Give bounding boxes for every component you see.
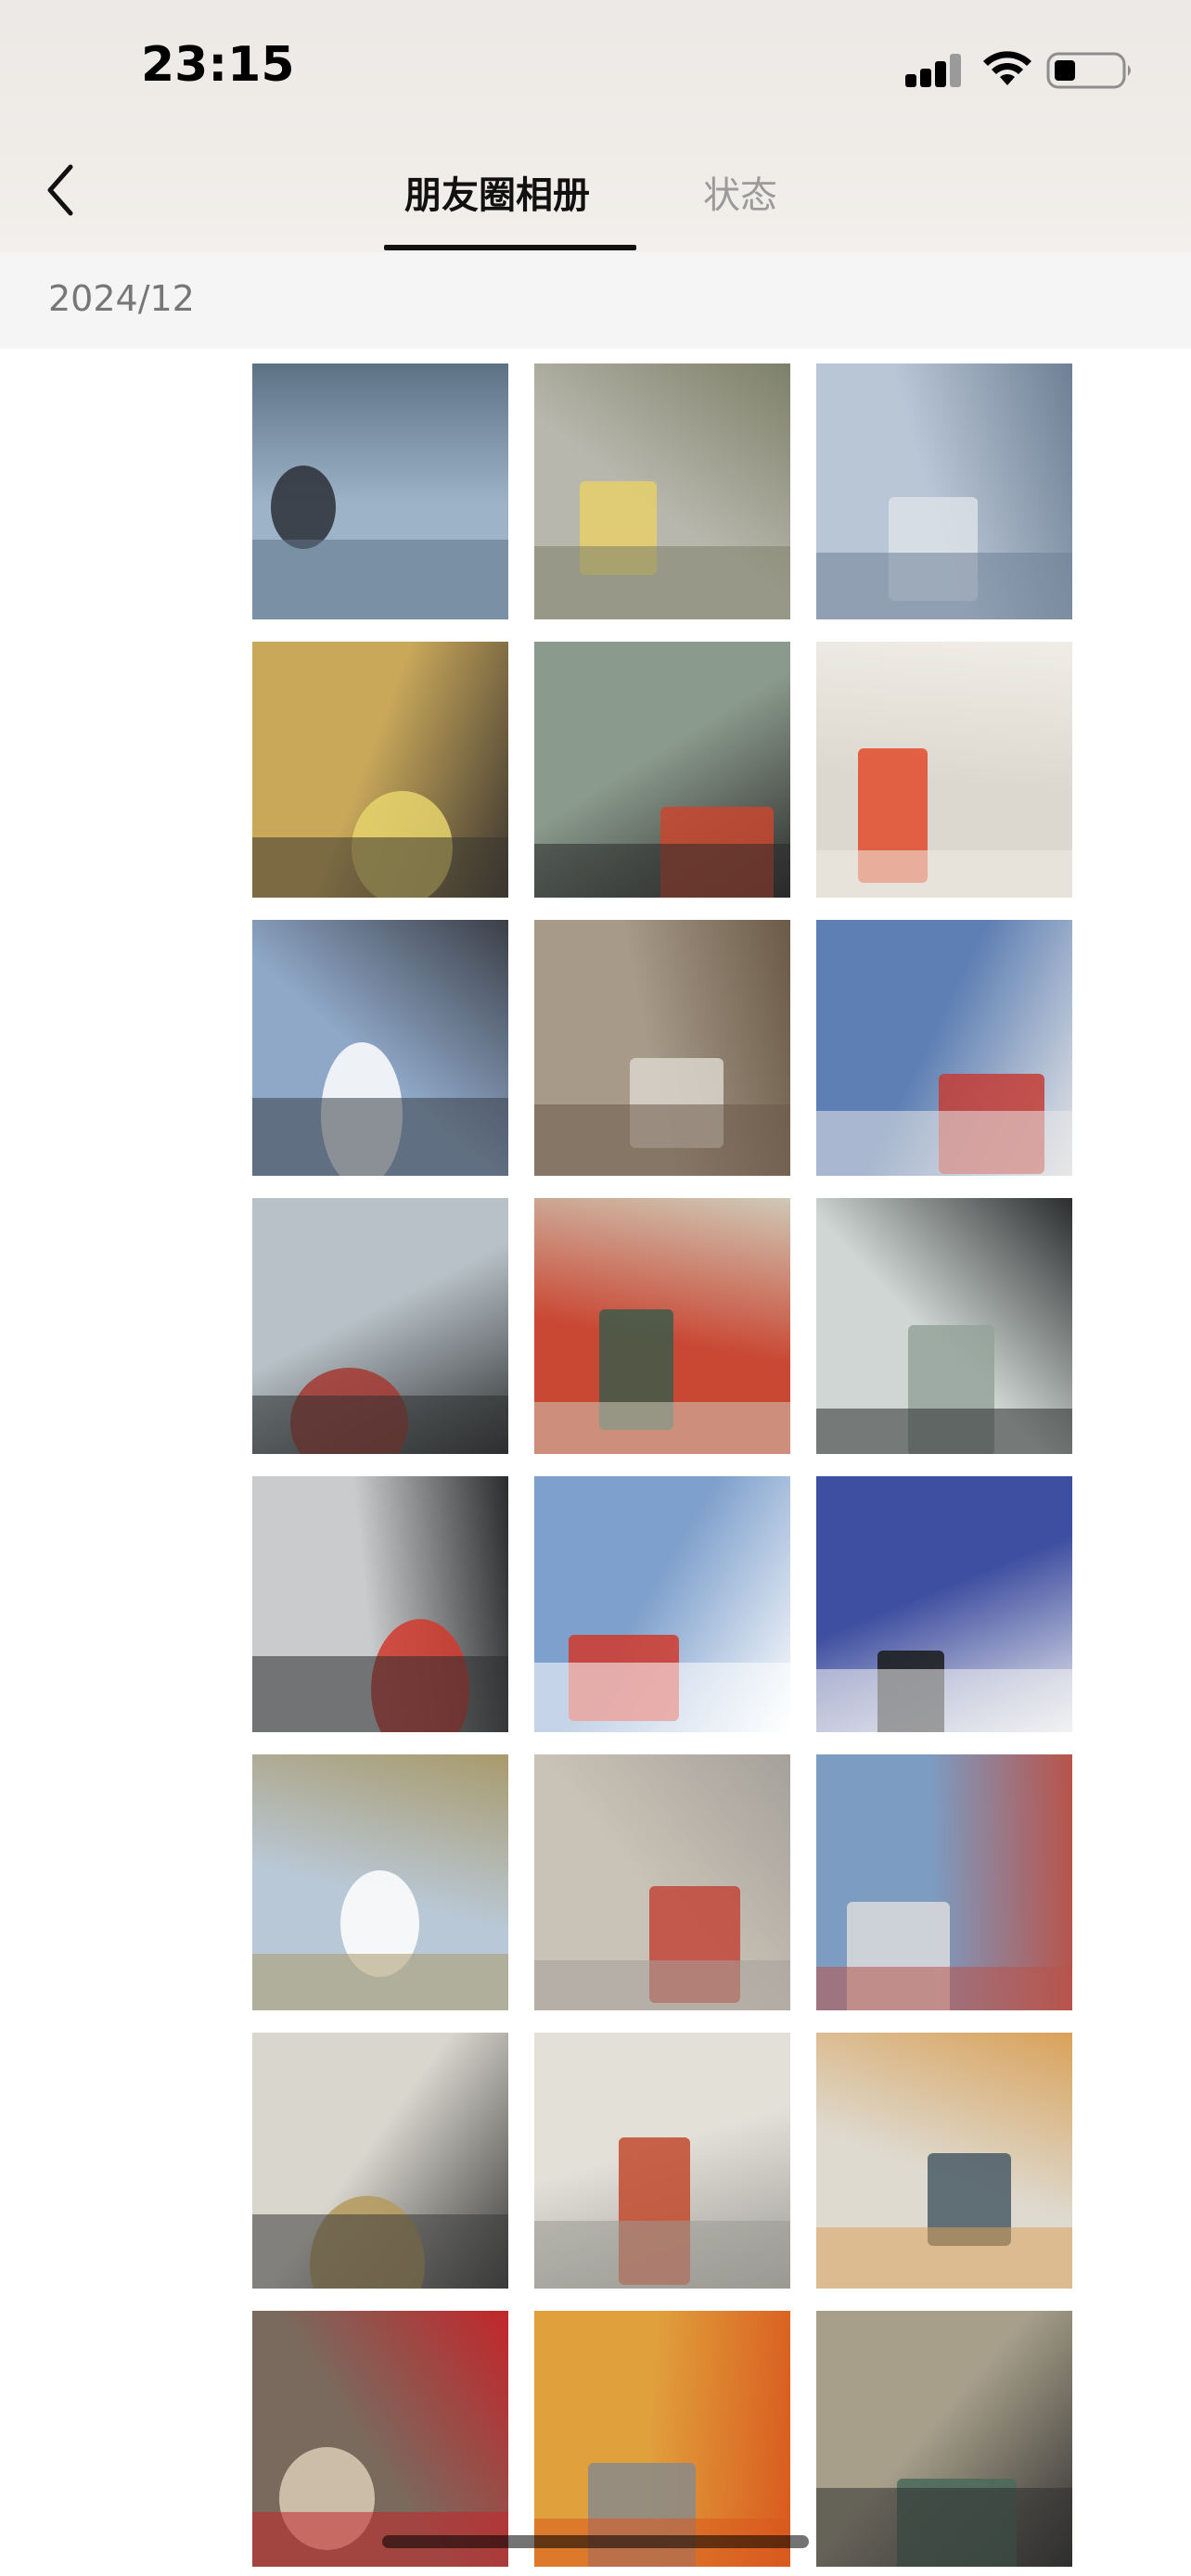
home-indicator: [382, 2535, 809, 2548]
tab-moments-album[interactable]: 朋友圈相册: [404, 165, 590, 219]
battery-icon: [1046, 52, 1131, 89]
photo-thumbnail-cabin-refrigerator[interactable]: [534, 920, 790, 1176]
wifi-icon: [983, 51, 1031, 85]
photo-thumbnail-ship-name-sign-blue[interactable]: [816, 1476, 1072, 1732]
photo-thumbnail-boiler-red-door[interactable]: [252, 2311, 508, 2567]
top-bar: 23:15 朋友圈相册 状态: [0, 0, 1191, 252]
photo-thumbnail-bridge-console-windows[interactable]: [816, 1198, 1072, 1454]
photo-thumbnail-crane-offshore-vessel[interactable]: [816, 1754, 1072, 2010]
photo-thumbnail-lifeboat-funnel-sky[interactable]: [534, 1476, 790, 1732]
photo-thumbnail-engine-control-room[interactable]: [534, 2033, 790, 2289]
photo-thumbnail-control-panel-joystick[interactable]: [252, 2033, 508, 2289]
status-time: 23:15: [141, 37, 295, 93]
photo-thumbnail-container-deck-sea[interactable]: [252, 1754, 508, 2010]
back-button[interactable]: [37, 158, 83, 223]
photo-thumbnail-ship-mast-blue-sky[interactable]: [816, 920, 1072, 1176]
photo-thumbnail-lifeboat-top-view[interactable]: [534, 1198, 790, 1454]
photo-thumbnail-lifeboat-sea-clouds[interactable]: [534, 1754, 790, 2010]
active-tab-indicator: [384, 245, 636, 250]
photo-thumbnail-engine-worker-yellow-pipes[interactable]: [252, 642, 508, 898]
month-header: 2024/12: [0, 252, 1191, 349]
photo-thumbnail-bridge-red-steering[interactable]: [252, 1198, 508, 1454]
photo-thumbnail-ship-crane-sky[interactable]: [816, 363, 1072, 619]
photo-thumbnail-engine-room-corridor[interactable]: [534, 363, 790, 619]
photo-thumbnail-control-room-red-suit[interactable]: [816, 642, 1072, 898]
photo-grid: [252, 363, 1072, 2567]
photo-thumbnail-engine-repair-red-suit[interactable]: [534, 642, 790, 898]
photo-thumbnail-engine-cylinder-worker[interactable]: [816, 2311, 1072, 2567]
photo-thumbnail-engine-control-clock[interactable]: [816, 2033, 1072, 2289]
photo-thumbnail-crew-on-deck-sea[interactable]: [252, 363, 508, 619]
photo-thumbnail-ship-superstructure-sky[interactable]: [252, 920, 508, 1176]
chevron-left-icon: [47, 164, 73, 216]
month-label: 2024/12: [48, 278, 195, 319]
photo-thumbnail-worker-orange-hull[interactable]: [534, 2311, 790, 2567]
tab-status[interactable]: 状态: [703, 165, 777, 219]
photo-thumbnail-lifebuoys-on-rail[interactable]: [252, 1476, 508, 1732]
cellular-signal-icon: [905, 54, 961, 87]
